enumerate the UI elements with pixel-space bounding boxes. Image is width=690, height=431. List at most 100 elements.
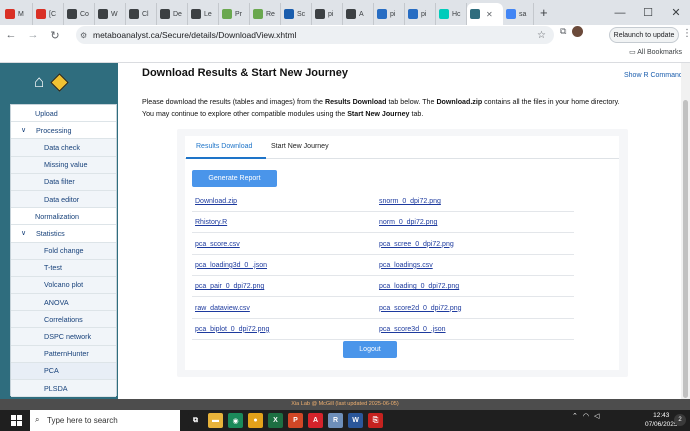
sidebar-item-dspc-network[interactable]: DSPC network <box>11 328 116 346</box>
site-info-icon[interactable]: ⚙ <box>80 31 87 40</box>
sidebar-item-data-check[interactable]: Data check <box>11 139 116 157</box>
logout-button[interactable]: Logout <box>343 341 397 358</box>
page-scrollbar[interactable] <box>681 63 690 399</box>
file-download-link[interactable]: snorm_0_dpi72.png <box>379 198 441 205</box>
browser-tab[interactable]: ✕ <box>467 3 503 25</box>
file-download-link[interactable]: norm_0_dpi72.png <box>379 219 437 226</box>
sidebar-item-plsda[interactable]: PLSDA <box>11 380 116 398</box>
sidebar-item-processing[interactable]: ∨ Processing <box>11 122 116 140</box>
taskbar-search-input[interactable]: ⌕ Type here to search <box>30 410 180 431</box>
sidebar-item-t-test[interactable]: T-test <box>11 259 116 277</box>
file-download-link[interactable]: Rhistory.R <box>195 219 227 226</box>
file-download-link[interactable]: pca_score2d_0_dpi72.png <box>379 305 462 312</box>
sidebar-item-label: Volcano plot <box>44 280 84 290</box>
wifi-icon[interactable]: ◠ <box>583 412 589 420</box>
sidebar-item-statistics[interactable]: ∨ Statistics <box>11 225 116 243</box>
browser-tab[interactable]: [C <box>33 3 64 25</box>
network-icon[interactable]: ⌃ <box>572 412 578 420</box>
address-bar[interactable]: ⚙ metaboanalyst.ca/Secure/details/Downlo… <box>76 26 554 44</box>
new-tab-button[interactable]: + <box>540 5 548 20</box>
excel-icon[interactable]: X <box>268 413 283 428</box>
pdf-icon[interactable]: ⎘ <box>368 413 383 428</box>
rg-icon <box>439 9 449 19</box>
reload-button[interactable]: ↻ <box>44 29 66 42</box>
browser-menu-icon[interactable]: ⋮ <box>682 28 690 39</box>
file-download-link[interactable]: pca_score.csv <box>195 241 240 248</box>
sidebar-item-data-filter[interactable]: Data filter <box>11 173 116 191</box>
file-download-link[interactable]: pca_score3d_0_.json <box>379 326 446 333</box>
browser-tab[interactable]: pi <box>312 3 343 25</box>
metaboanalyst-logo-icon[interactable] <box>50 72 69 92</box>
browser-tab[interactable]: A <box>343 3 374 25</box>
sidebar-item-fold-change[interactable]: Fold change <box>11 242 116 260</box>
show-r-commands-link[interactable]: Show R Commands <box>624 72 686 79</box>
sidebar-item-pca[interactable]: PCA <box>11 362 116 380</box>
reader-icon <box>346 9 356 19</box>
file-download-link[interactable]: pca_loading_0_dpi72.png <box>379 283 459 290</box>
file-download-link[interactable]: pca_loadings.csv <box>379 262 433 269</box>
avatar[interactable] <box>572 26 584 37</box>
home-icon[interactable]: ⌂ <box>34 72 44 92</box>
scrollbar-thumb[interactable] <box>683 100 688 398</box>
powerpoint-icon[interactable]: P <box>288 413 303 428</box>
file-download-link[interactable]: Download.zip <box>195 198 237 205</box>
file-download-link[interactable]: raw_dataview.csv <box>195 305 250 312</box>
browser-tab[interactable]: Co <box>64 3 95 25</box>
acrobat-icon[interactable]: A <box>308 413 323 428</box>
minimize-button[interactable]: — <box>606 7 634 19</box>
browser-tab[interactable]: Re <box>250 3 281 25</box>
chevron-down-icon[interactable]: ∨ <box>21 229 29 237</box>
forward-button[interactable]: → <box>22 29 44 41</box>
sidebar-item-patternhunter[interactable]: PatternHunter <box>11 345 116 363</box>
windows-start-icon[interactable] <box>11 415 22 426</box>
bookmark-star-icon[interactable]: ☆ <box>537 30 546 41</box>
sidebar-item-volcano-plot[interactable]: Volcano plot <box>11 276 116 295</box>
browser-tab[interactable]: Pr <box>219 3 250 25</box>
download-panel: Results Download Start New Journey Gener… <box>177 129 628 377</box>
taskbar-clock[interactable]: 12:43 07/06/2025 <box>645 411 678 429</box>
page-title: Download Results & Start New Journey <box>142 67 348 79</box>
browser-tab[interactable]: W <box>95 3 126 25</box>
close-tab-icon[interactable]: ✕ <box>486 10 493 19</box>
close-window-button[interactable]: ✕ <box>662 6 690 19</box>
browser-tab[interactable]: Le <box>188 3 219 25</box>
chevron-down-icon[interactable]: ∨ <box>21 126 29 134</box>
maximize-button[interactable]: ☐ <box>634 6 662 19</box>
word-icon[interactable]: W <box>348 413 363 428</box>
sidebar-item-missing-value[interactable]: Missing value <box>11 156 116 174</box>
r-icon[interactable]: R <box>328 413 343 428</box>
browser-tab[interactable]: pi <box>405 3 436 25</box>
search-icon: ⌕ <box>35 415 40 424</box>
task-view-icon[interactable]: ⧉ <box>188 413 203 428</box>
ncbi-icon <box>284 9 294 19</box>
chrome-icon[interactable]: ● <box>248 413 263 428</box>
browser-tab[interactable]: sa <box>503 3 534 25</box>
browser-tab[interactable]: Hc <box>436 3 467 25</box>
file-download-link[interactable]: pca_loading3d_0_.json <box>195 262 267 269</box>
back-button[interactable]: ← <box>0 29 22 41</box>
sidebar-item-data-editor[interactable]: Data editor <box>11 190 116 209</box>
file-download-link[interactable]: pca_pair_0_dpi72.png <box>195 283 264 290</box>
sidebar-item-correlations[interactable]: Correlations <box>11 311 116 329</box>
sidebar-item-anova[interactable]: ANOVA <box>11 294 116 312</box>
sidebar-item-upload[interactable]: Upload <box>11 105 116 123</box>
page-description: Please download the results (tables and … <box>142 96 632 120</box>
browser-tab[interactable]: De <box>157 3 188 25</box>
tab-results-download[interactable]: Results Download <box>196 143 252 150</box>
relaunch-button[interactable]: Relaunch to update <box>609 27 679 43</box>
browser-tab[interactable]: pi <box>374 3 405 25</box>
browser-tab[interactable]: Cl <box>126 3 157 25</box>
generate-report-button[interactable]: Generate Report <box>192 170 277 187</box>
sidebar-item-normalization[interactable]: Normalization <box>11 208 116 226</box>
file-explorer-icon[interactable]: ▬ <box>208 413 223 428</box>
extensions-icon[interactable]: ⧉ <box>560 26 566 37</box>
all-bookmarks-button[interactable]: ▭ All Bookmarks <box>629 48 682 56</box>
file-download-link[interactable]: pca_scree_0_dpi72.png <box>379 241 454 248</box>
browser-tab[interactable]: Sc <box>281 3 312 25</box>
file-download-link[interactable]: pca_biplot_0_dpi72.png <box>195 326 269 333</box>
edge-icon[interactable]: ◉ <box>228 413 243 428</box>
browser-tab[interactable]: M <box>2 3 33 25</box>
volume-icon[interactable]: ◁ <box>594 412 599 420</box>
notification-badge[interactable]: 2 <box>674 414 686 426</box>
tab-start-new-journey[interactable]: Start New Journey <box>271 143 329 150</box>
